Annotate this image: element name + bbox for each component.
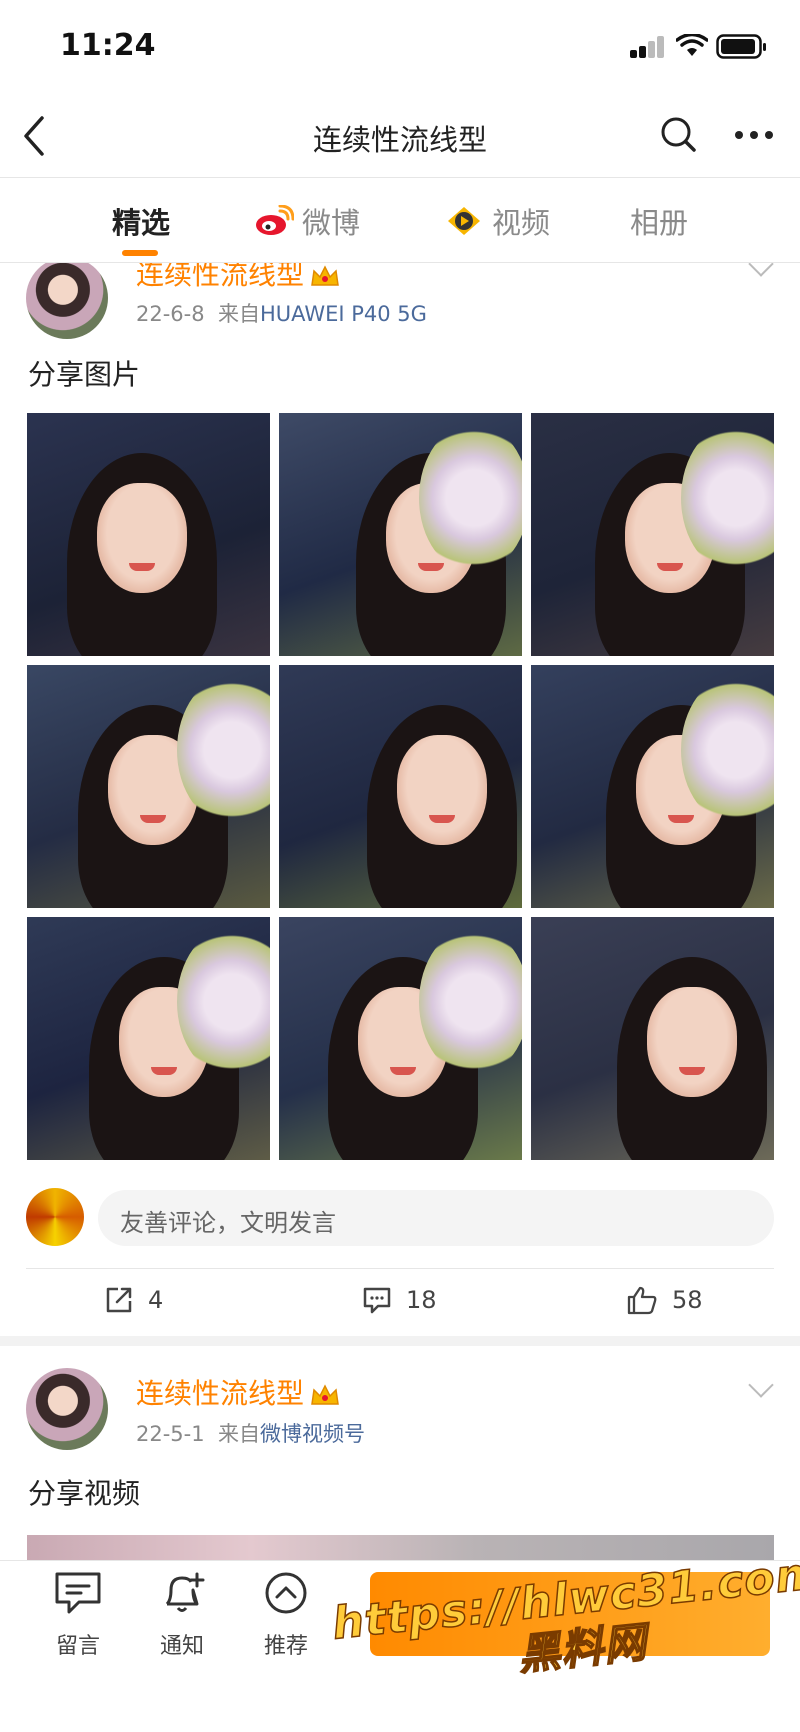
- wifi-icon: [676, 34, 708, 56]
- post-separator: [0, 1336, 800, 1346]
- tab-label: 相册: [630, 206, 689, 240]
- photo-subject-smile: [657, 563, 683, 571]
- photo-subject-face: [647, 987, 737, 1097]
- repost-count: 4: [148, 1286, 164, 1314]
- tab-label: 微博: [302, 206, 361, 240]
- source-prefix: 来自: [217, 1422, 260, 1446]
- bell-add-icon: [165, 1572, 205, 1612]
- post-author[interactable]: 连续性流线型: [136, 1372, 340, 1412]
- author-name: 连续性流线型: [136, 263, 305, 291]
- post-date: 22-5-1: [136, 1422, 205, 1446]
- message-button[interactable]: 留言: [38, 1570, 118, 1660]
- photo-thumbnail[interactable]: [531, 917, 774, 1160]
- photo-thumbnail[interactable]: [279, 917, 522, 1160]
- photo-subject-smile: [129, 563, 155, 571]
- post-meta: 22-5-1 来自微博视频号: [136, 1418, 365, 1448]
- chevron-down-icon[interactable]: [748, 1372, 774, 1398]
- photo-subject-smile: [668, 815, 694, 823]
- post-source[interactable]: 微博视频号: [260, 1422, 365, 1446]
- comment-button[interactable]: 18: [362, 1285, 437, 1315]
- source-prefix: 来自: [217, 302, 260, 326]
- photo-thumbnail[interactable]: [279, 413, 522, 656]
- share-icon: [106, 1287, 132, 1313]
- bottom-item-label: 留言: [55, 1634, 100, 1659]
- battery-icon: [716, 34, 766, 59]
- comment-input[interactable]: 友善评论，文明发言: [98, 1190, 774, 1246]
- nav-divider: [0, 177, 800, 178]
- photo-subject-face: [97, 483, 187, 593]
- photo-subject-smile: [151, 1067, 177, 1075]
- photo-grid: [27, 413, 774, 1160]
- photo-thumbnail[interactable]: [279, 665, 522, 908]
- weibo-logo-icon: [256, 205, 294, 235]
- tab-album[interactable]: 相册: [630, 200, 688, 242]
- tab-featured[interactable]: 精选: [112, 200, 170, 242]
- status-time: 11:24: [60, 28, 156, 63]
- photo-thumbnail[interactable]: [531, 413, 774, 656]
- photo-thumbnail[interactable]: [27, 665, 270, 908]
- more-icon[interactable]: [734, 130, 774, 140]
- photo-subject-face: [397, 735, 487, 845]
- photo-subject-smile: [679, 1067, 705, 1075]
- action-divider: [26, 1268, 774, 1269]
- photo-subject-smile: [390, 1067, 416, 1075]
- photo-thumbnail[interactable]: [27, 917, 270, 1160]
- author-name: 连续性流线型: [136, 1377, 305, 1410]
- vip-crown-icon: [311, 265, 339, 286]
- search-icon[interactable]: [660, 116, 698, 154]
- like-count: 58: [672, 1286, 703, 1314]
- post-meta: 22-6-8 来自HUAWEI P40 5G: [136, 298, 427, 328]
- photo-thumbnail[interactable]: [531, 665, 774, 908]
- photo-subject-smile: [429, 815, 455, 823]
- chevron-up-circle-icon: [265, 1572, 307, 1614]
- bottom-item-label: 通知: [159, 1634, 204, 1659]
- post-source[interactable]: HUAWEI P40 5G: [260, 302, 427, 326]
- vip-crown-icon: [311, 1384, 339, 1405]
- tab-label: 精选: [112, 206, 171, 240]
- tab-video[interactable]: 视频: [444, 200, 550, 242]
- thumbs-up-icon: [627, 1286, 657, 1315]
- like-button[interactable]: 58: [626, 1285, 703, 1315]
- post-text: 分享图片: [28, 358, 141, 391]
- tab-weibo[interactable]: 微博: [254, 200, 360, 242]
- post-text: 分享视频: [28, 1477, 141, 1510]
- chevron-down-icon[interactable]: [748, 263, 774, 277]
- comment-placeholder: 友善评论，文明发言: [120, 1209, 336, 1237]
- recommend-button[interactable]: 推荐: [246, 1570, 326, 1660]
- video-play-icon: [448, 207, 480, 235]
- photo-subject-smile: [140, 815, 166, 823]
- avatar[interactable]: [26, 263, 108, 339]
- repost-button[interactable]: 4: [104, 1285, 163, 1315]
- photo-flowers: [419, 423, 522, 573]
- message-icon: [55, 1572, 101, 1614]
- active-tab-indicator: [122, 250, 158, 256]
- photo-subject-smile: [418, 563, 444, 571]
- avatar[interactable]: [26, 1368, 108, 1450]
- photo-flowers: [419, 927, 522, 1077]
- cellular-signal-icon: [630, 36, 666, 58]
- photo-thumbnail[interactable]: [27, 413, 270, 656]
- notify-button[interactable]: 通知: [142, 1570, 222, 1660]
- my-avatar[interactable]: [26, 1188, 84, 1246]
- post-author[interactable]: 连续性流线型: [136, 263, 340, 293]
- post-date: 22-6-8: [136, 302, 205, 326]
- bottom-item-label: 推荐: [263, 1634, 308, 1659]
- tab-label: 视频: [492, 206, 551, 240]
- comment-icon: [363, 1287, 391, 1314]
- comment-count: 18: [406, 1286, 437, 1314]
